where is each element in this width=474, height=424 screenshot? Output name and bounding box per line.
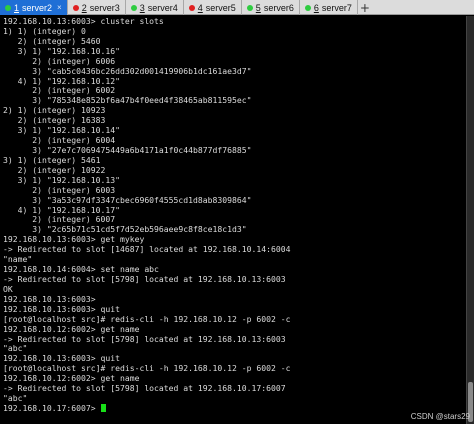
terminal-prompt: 192.168.10.17:6007> [3,402,101,413]
tab-label: server6 [263,2,294,13]
tab-server6[interactable]: 5 server6 [242,0,300,15]
status-dot-icon [246,4,253,11]
terminal-line: 192.168.10.12:6002> get name [3,323,140,334]
tab-server2[interactable]: 1 server2 × [0,0,68,15]
tab-server3[interactable]: 2 server3 [68,0,126,15]
status-dot-icon [72,4,79,11]
terminal-line: -> Redirected to slot [5798] located at … [3,383,286,394]
tab-label: server7 [321,2,352,13]
text-cursor [101,403,107,412]
tab-number: 2 [81,2,87,13]
tab-number: 6 [313,2,319,13]
tab-number: 4 [197,2,203,13]
close-icon[interactable]: × [57,3,62,12]
status-dot-icon [130,4,137,11]
tab-server4[interactable]: 3 server4 [126,0,184,15]
terminal-scrollbar[interactable] [466,16,474,424]
tab-bar: 1 server2 × 2 server3 3 server4 4 server… [0,0,474,15]
tab-server7[interactable]: 6 server7 [300,0,358,15]
tab-number: 3 [139,2,145,13]
tab-number: 1 [14,2,20,13]
status-dot-icon [304,4,311,11]
plus-icon[interactable]: + [358,0,372,15]
terminal-output[interactable]: 192.168.10.13:6003> cluster slots 1) 1) (… [0,16,466,424]
watermark: CSDN @stars29 [410,412,470,421]
tab-server5[interactable]: 4 server5 [184,0,242,15]
status-dot-icon [188,4,195,11]
tab-label: server3 [89,2,120,13]
tab-label: server2 [22,2,53,13]
terminal-prompt-line[interactable]: 192.168.10.17:6007> [3,402,466,414]
tab-number: 5 [255,2,261,13]
status-dot-icon [5,4,11,11]
tab-label: server5 [205,2,236,13]
terminal-line: -> Redirected to slot [14687] located at… [3,244,291,255]
terminal-line: -> Redirected to slot [5798] located at … [3,333,286,344]
tab-label: server4 [147,2,178,13]
terminal-line: -> Redirected to slot [5798] located at … [3,273,286,284]
